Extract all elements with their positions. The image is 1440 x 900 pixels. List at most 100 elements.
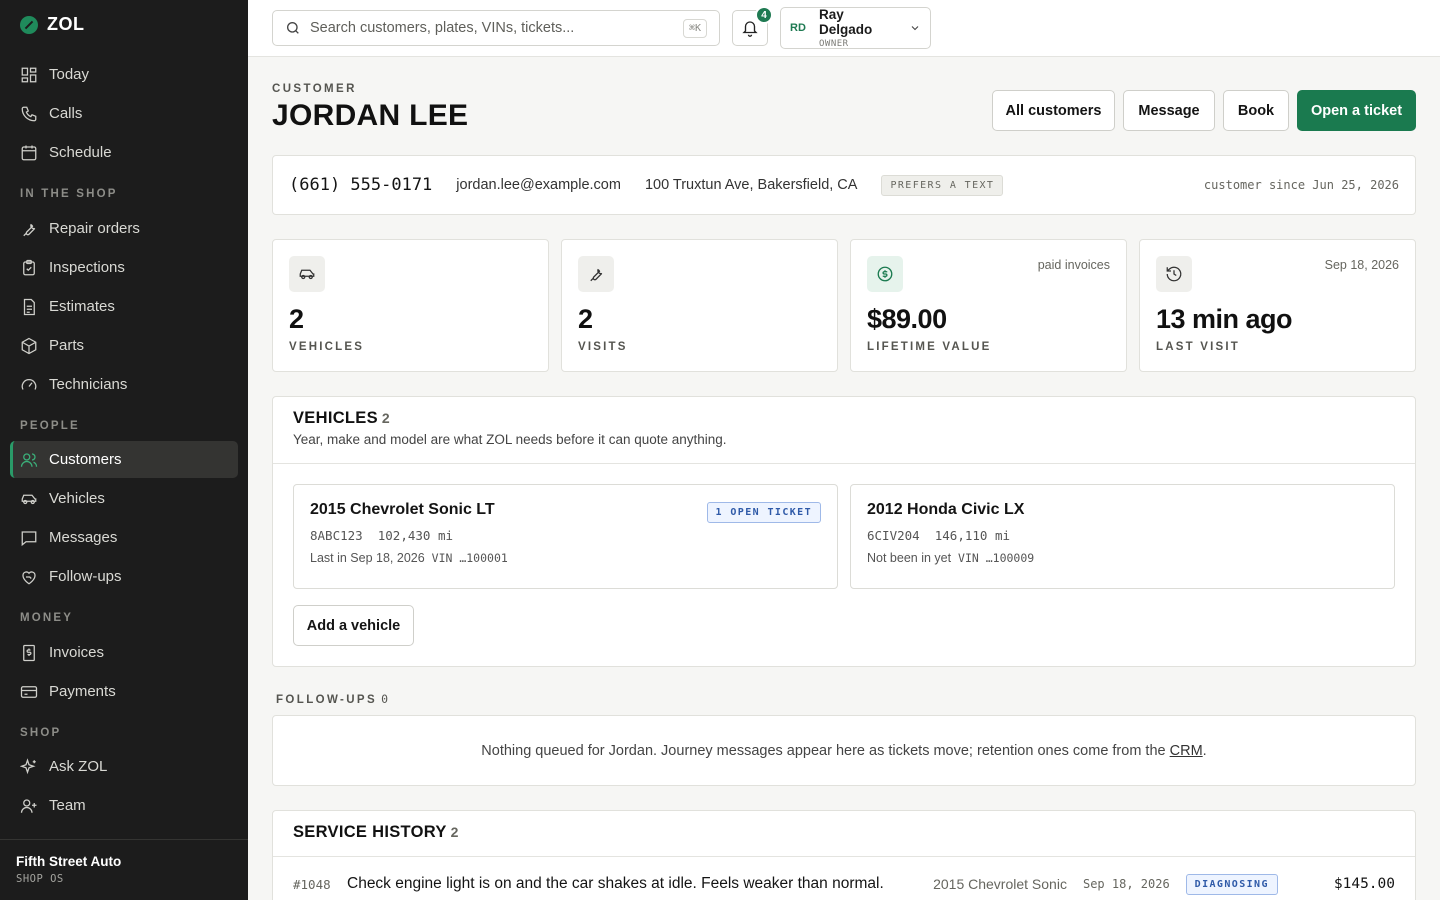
message-button[interactable]: Message	[1123, 90, 1215, 131]
stat-value: 13 min ago	[1156, 304, 1293, 334]
nav-section-shop: SHOP	[20, 727, 62, 739]
nav-item-follow-ups[interactable]: Follow-ups	[10, 558, 238, 595]
vehicle-card[interactable]: 2015 Chevrolet Sonic LT 1 OPEN TICKET 8A…	[293, 484, 838, 589]
stat-label: LAST VISIT	[1156, 341, 1240, 353]
vehicle-mileage: 102,430 mi	[377, 528, 454, 543]
user-role: OWNER	[819, 39, 849, 49]
nav-label: Follow-ups	[49, 568, 122, 585]
clipboard-icon	[23, 259, 35, 275]
stat-value: $89.00	[867, 304, 947, 334]
history-icon	[1156, 256, 1192, 292]
nav-item-repair-orders[interactable]: Repair orders	[10, 210, 238, 247]
shop-switcher[interactable]: Fifth Street Auto SHOP OS	[0, 839, 248, 900]
customer-since: customer since Jun 25, 2026	[1203, 178, 1399, 192]
nav-item-estimates[interactable]: Estimates	[10, 288, 238, 325]
followups-empty-state: Nothing queued for Jordan. Journey messa…	[272, 715, 1416, 786]
stat-label: VEHICLES	[289, 341, 365, 353]
topbar: ⌘K 4 RD Ray Delgado OWNER	[248, 0, 1440, 57]
nav-section-in-the-shop: IN THE SHOP	[20, 188, 118, 200]
user-menu[interactable]: RD Ray Delgado OWNER	[780, 7, 931, 49]
open-ticket-button[interactable]: Open a ticket	[1297, 90, 1416, 131]
wrench-icon	[23, 223, 36, 236]
stat-value: 2	[578, 304, 593, 334]
vehicles-title: VEHICLES	[293, 409, 378, 427]
nav-item-invoices[interactable]: Invoices	[10, 634, 238, 671]
search-input[interactable]	[310, 20, 674, 36]
customer-address: 100 Truxtun Ave, Bakersfield, CA	[644, 177, 858, 193]
message-icon	[21, 530, 37, 546]
all-customers-button[interactable]: All customers	[992, 90, 1115, 131]
nav-item-payments[interactable]: Payments	[10, 673, 238, 710]
nav-item-schedule[interactable]: Schedule	[10, 134, 238, 171]
book-button[interactable]: Book	[1223, 90, 1289, 131]
avatar: RD	[790, 22, 806, 34]
calendar-icon	[21, 145, 37, 160]
section-title: VEHICLES 2	[293, 409, 390, 428]
customer-email[interactable]: jordan.lee@example.com	[456, 177, 621, 193]
stat-lifetime-value: paid invoices $89.00 LIFETIME VALUE	[850, 239, 1127, 372]
vehicle-plate: 6CIV204	[867, 528, 920, 543]
nav-label: Today	[49, 66, 90, 83]
shop-name: Fifth Street Auto	[16, 854, 122, 869]
car-icon	[21, 494, 37, 504]
card-icon	[20, 685, 38, 698]
nav-item-calls[interactable]: Calls	[10, 95, 238, 132]
followups-title: FOLLOW-UPS 0	[276, 692, 388, 706]
followups-count: 0	[381, 692, 389, 706]
vehicle-last-visit: Last in Sep 18, 2026	[310, 551, 425, 565]
table-row[interactable]: #1048 Check engine light is on and the c…	[293, 869, 1395, 899]
invoice-icon	[23, 644, 35, 661]
main-content: CUSTOMER JORDAN LEE All customers Messag…	[248, 57, 1440, 900]
brand-logo[interactable]: ZOL	[20, 14, 85, 35]
nav-item-today[interactable]: Today	[10, 56, 238, 93]
nav-label: Technicians	[49, 376, 128, 393]
stat-vehicles: 2 VEHICLES	[272, 239, 549, 372]
divider	[273, 856, 1415, 857]
crm-link[interactable]: CRM	[1170, 743, 1203, 759]
gauge-icon	[21, 378, 37, 390]
vehicle-vin: VIN …100009	[958, 551, 1035, 565]
nav-item-technicians[interactable]: Technicians	[10, 366, 238, 403]
user-plus-icon	[20, 798, 37, 813]
nav-label: Ask ZOL	[49, 758, 108, 775]
nav-item-inspections[interactable]: Inspections	[10, 249, 238, 286]
stat-note: paid invoices	[1037, 258, 1110, 272]
sparkle-icon	[20, 757, 36, 774]
section-title: SERVICE HISTORY 2	[293, 823, 459, 842]
search-box[interactable]: ⌘K	[272, 10, 720, 46]
page-eyebrow: CUSTOMER	[272, 83, 357, 95]
box-icon	[21, 337, 37, 354]
nav-item-team[interactable]: Team	[10, 787, 238, 824]
wrench-icon	[578, 256, 614, 292]
nav-label: Estimates	[49, 298, 115, 315]
service-history-section: SERVICE HISTORY 2 #1048 Check engine ligh…	[272, 810, 1416, 900]
nav-item-parts[interactable]: Parts	[10, 327, 238, 364]
nav-item-messages[interactable]: Messages	[10, 519, 238, 556]
document-icon	[23, 298, 35, 315]
vehicle-card[interactable]: 2012 Honda Civic LX 6CIV204 146,110 mi N…	[850, 484, 1395, 589]
nav-item-vehicles[interactable]: Vehicles	[10, 480, 238, 517]
followups-end: .	[1202, 742, 1207, 759]
vehicle-mileage: 146,110 mi	[934, 528, 1011, 543]
nav-section-people: PEOPLE	[20, 420, 80, 432]
customer-phone[interactable]: (661) 555-0171	[289, 175, 432, 195]
open-ticket-badge[interactable]: 1 OPEN TICKET	[706, 502, 821, 523]
notification-count-badge: 4	[755, 6, 773, 24]
followups-empty-text: Nothing queued for Jordan. Journey messa…	[481, 742, 1170, 759]
nav-label: Parts	[49, 337, 85, 354]
contact-card: (661) 555-0171 jordan.lee@example.com 10…	[272, 155, 1416, 215]
stat-value: 2	[289, 304, 304, 334]
nav-item-customers[interactable]: Customers	[10, 441, 238, 478]
nav-label: Repair orders	[49, 220, 140, 237]
add-vehicle-button[interactable]: Add a vehicle	[293, 605, 414, 646]
notifications-button[interactable]: 4	[732, 6, 773, 46]
nav-label: Schedule	[49, 144, 112, 161]
nav-label: Payments	[49, 683, 116, 700]
users-icon	[20, 452, 38, 467]
nav-label: Customers	[49, 451, 122, 468]
nav-item-ask-zol[interactable]: Ask ZOL	[10, 748, 238, 785]
history-title: SERVICE HISTORY	[293, 823, 447, 841]
chevron-down-icon	[911, 26, 919, 31]
ticket-amount: $145.00	[1333, 876, 1395, 892]
stat-visits: 2 VISITS	[561, 239, 838, 372]
